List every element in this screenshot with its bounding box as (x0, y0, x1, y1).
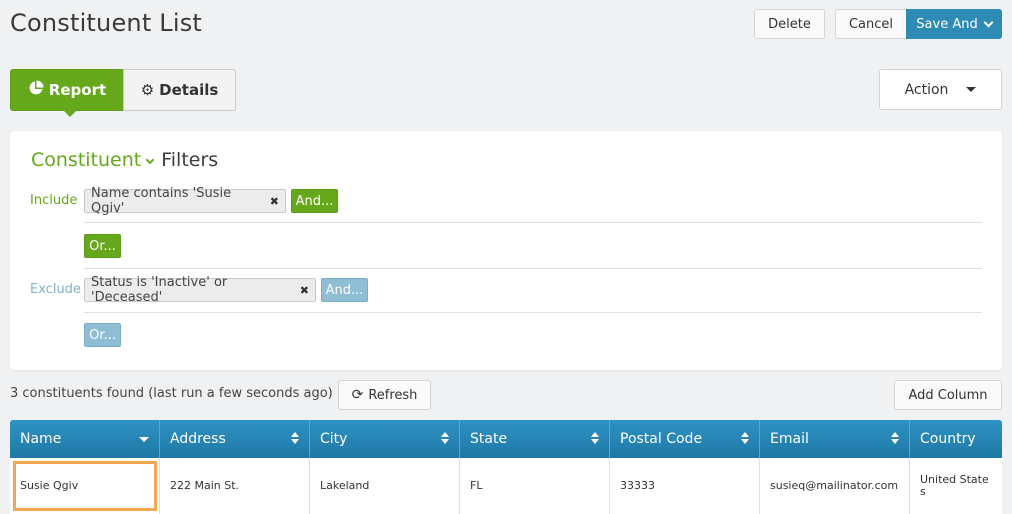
table-header: Name Address City State Postal Code Emai… (10, 420, 1002, 458)
column-header-city[interactable]: City (310, 420, 460, 458)
sort-icon (741, 432, 749, 446)
sort-icon (441, 432, 449, 446)
gear-icon: ⚙ (140, 81, 155, 99)
column-header-email[interactable]: Email (760, 420, 910, 458)
entity-selector[interactable]: Constituent (31, 149, 141, 171)
cell-name[interactable]: Susie Qgiv (10, 458, 160, 514)
divider (84, 268, 982, 269)
column-header-label: Name (20, 431, 62, 447)
caret-down-icon (966, 87, 977, 92)
divider (84, 222, 982, 223)
exclude-label: Exclude (30, 282, 81, 297)
cell-state: FL (460, 458, 610, 514)
column-header-name[interactable]: Name (10, 420, 160, 458)
cell-address: 222 Main St. (160, 458, 310, 514)
page-title: Constituent List (10, 9, 203, 37)
refresh-icon: ⟳ (351, 387, 364, 403)
cell-email: susieq@mailinator.com (760, 458, 910, 514)
tab-details-label: Details (159, 81, 219, 99)
add-column-button[interactable]: Add Column (894, 380, 1002, 410)
results-summary: 3 constituents found (last run a few sec… (10, 386, 333, 401)
exclude-filter-chip[interactable]: Status is 'Inactive' or 'Deceased' ✖ (84, 275, 316, 305)
save-and-button[interactable]: Save And (906, 9, 1002, 39)
column-header-label: City (320, 431, 348, 447)
filters-title: Filters (161, 149, 219, 171)
include-label: Include (30, 193, 78, 208)
sort-icon (591, 432, 599, 446)
action-label: Action (904, 81, 949, 98)
column-header-label: Address (170, 431, 226, 447)
cell-country: United States (920, 473, 989, 498)
divider (84, 312, 982, 313)
delete-button[interactable]: Delete (754, 9, 825, 39)
cell-postal-code: 33333 (610, 458, 760, 514)
include-filter-chip[interactable]: Name contains 'Susie Qgiv' ✖ (84, 186, 286, 216)
tab-details[interactable]: ⚙ Details (123, 69, 236, 111)
column-header-label: Country (920, 431, 976, 447)
save-and-label: Save And (916, 16, 978, 32)
refresh-button[interactable]: ⟳ Refresh (338, 380, 431, 410)
results-table: Name Address City State Postal Code Emai… (10, 420, 1002, 514)
close-icon[interactable]: ✖ (300, 284, 309, 297)
column-header-state[interactable]: State (460, 420, 610, 458)
column-header-address[interactable]: Address (160, 420, 310, 458)
sort-icon (291, 432, 299, 446)
pie-chart-icon (28, 80, 44, 100)
exclude-filter-text: Status is 'Inactive' or 'Deceased' (91, 275, 228, 305)
column-header-label: Email (770, 431, 809, 447)
include-or-button[interactable]: Or... (84, 234, 121, 258)
cancel-button[interactable]: Cancel (835, 9, 907, 39)
table-row[interactable]: Susie Qgiv 222 Main St. Lakeland FL 3333… (10, 458, 1002, 514)
include-and-button[interactable]: And... (291, 189, 338, 213)
tab-report-label: Report (48, 81, 107, 99)
close-icon[interactable]: ✖ (270, 195, 279, 208)
tab-report[interactable]: Report (10, 69, 124, 117)
exclude-and-button[interactable]: And... (321, 278, 368, 302)
sort-desc-icon (139, 437, 149, 442)
chevron-down-icon (983, 17, 994, 27)
column-header-label: State (470, 431, 508, 447)
filters-heading: Constituent Filters (31, 149, 218, 171)
exclude-or-button[interactable]: Or... (84, 323, 121, 347)
chevron-down-icon[interactable] (145, 155, 155, 165)
column-header-country[interactable]: Country (910, 420, 1002, 458)
include-filter-text: Name contains 'Susie Qgiv' (91, 186, 232, 216)
filters-panel: Constituent Filters Include Name contains… (10, 131, 1002, 370)
column-header-postal-code[interactable]: Postal Code (610, 420, 760, 458)
refresh-label: Refresh (368, 387, 418, 403)
sort-icon (891, 432, 899, 446)
cell-city: Lakeland (310, 458, 460, 514)
column-header-label: Postal Code (620, 431, 703, 447)
action-dropdown[interactable]: Action (879, 69, 1002, 110)
